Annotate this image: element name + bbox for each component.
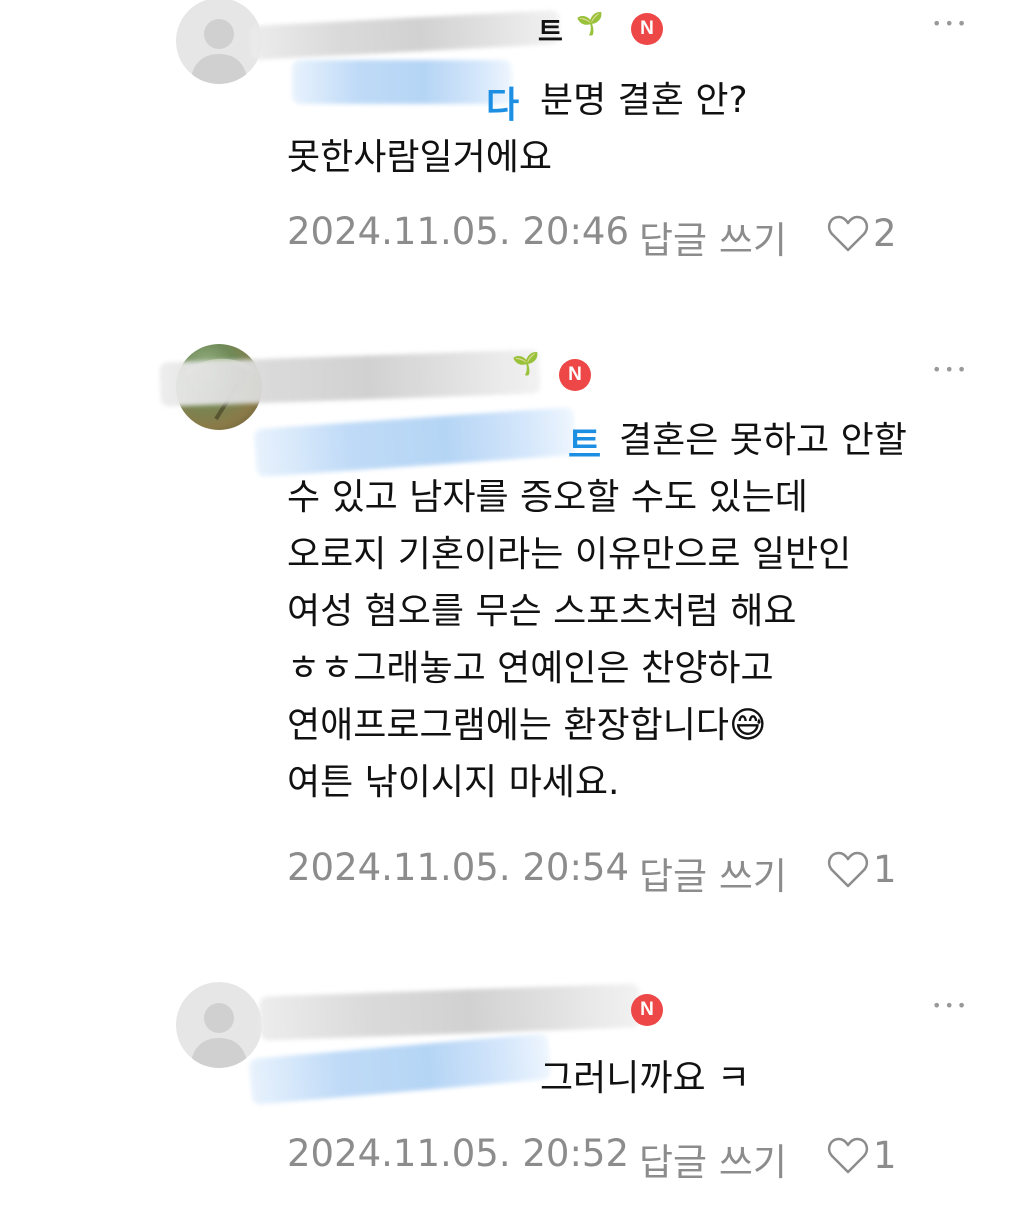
new-badge: N: [631, 994, 663, 1026]
like-count: 1: [873, 848, 897, 891]
reply-button[interactable]: 답글 쓰기: [639, 210, 787, 264]
comment-text: 결혼은 못하고 안할 수 있고 남자를 증오할 수도 있는데 오로지 기혼이라는…: [287, 412, 987, 811]
comment-text: 그러니까요 ㅋ: [287, 1050, 987, 1107]
avatar[interactable]: [176, 982, 262, 1068]
redacted-username: [249, 9, 561, 61]
heart-icon: [827, 851, 869, 887]
like-button[interactable]: 1: [827, 1134, 897, 1177]
heart-icon: [827, 1137, 869, 1173]
more-options-icon[interactable]: •••: [932, 996, 969, 1015]
sprout-icon: 🌱: [512, 352, 540, 377]
sprout-icon: 🌱: [576, 12, 604, 37]
comment-text-content: 분명 결혼 안? 못한사람일거에요: [287, 80, 748, 178]
avatar[interactable]: [176, 0, 262, 84]
reply-button[interactable]: 답글 쓰기: [639, 1132, 787, 1186]
username-fragment: 트: [538, 17, 563, 48]
reply-button[interactable]: 답글 쓰기: [639, 846, 787, 900]
comment-text: 분명 결혼 안? 못한사람일거에요: [287, 72, 987, 186]
more-options-icon[interactable]: •••: [932, 360, 969, 379]
new-badge: N: [559, 359, 591, 391]
timestamp: 2024.11.05. 20:54: [287, 846, 629, 889]
more-options-icon[interactable]: •••: [932, 14, 969, 33]
like-count: 1: [873, 1134, 897, 1177]
timestamp: 2024.11.05. 20:52: [287, 1132, 629, 1175]
like-button[interactable]: 1: [827, 848, 897, 891]
default-user-icon: [190, 1003, 248, 1068]
comment-text-content: 결혼은 못하고 안할 수 있고 남자를 증오할 수도 있는데 오로지 기혼이라는…: [287, 420, 907, 803]
comment-text-content: 그러니까요 ㅋ: [540, 1058, 751, 1099]
redacted-username: [259, 983, 641, 1041]
default-user-icon: [190, 19, 248, 84]
timestamp: 2024.11.05. 20:46: [287, 210, 629, 253]
heart-icon: [827, 215, 869, 251]
like-count: 2: [873, 212, 897, 255]
new-badge: N: [631, 13, 663, 45]
like-button[interactable]: 2: [827, 212, 897, 255]
